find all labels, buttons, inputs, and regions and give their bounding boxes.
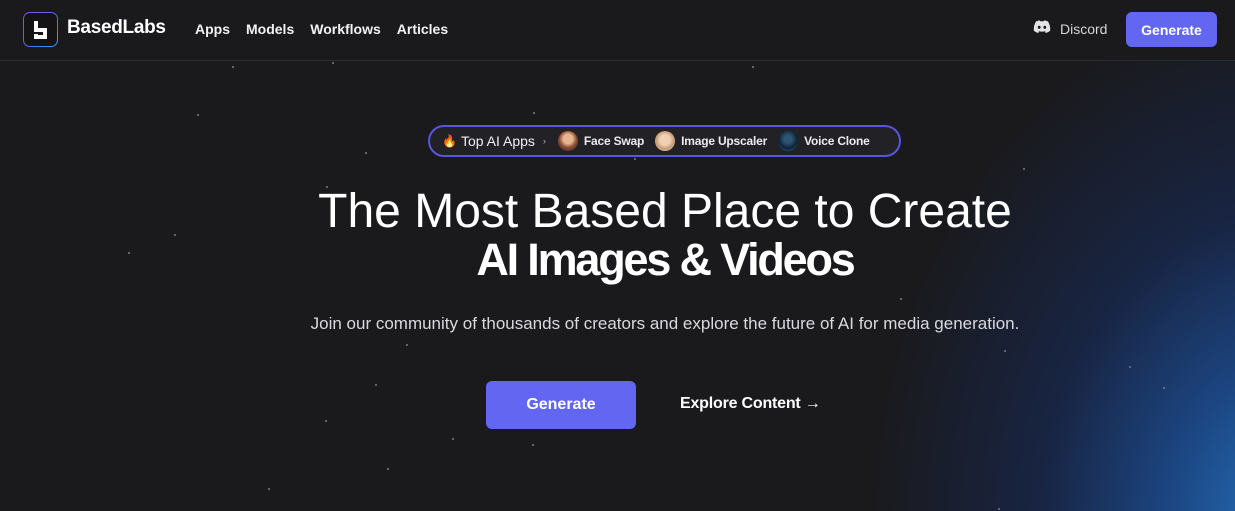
star (406, 344, 408, 346)
hero-subtitle: Join our community of thousands of creat… (310, 314, 1020, 333)
star (752, 66, 754, 68)
nav-link-models[interactable]: Models (246, 21, 294, 37)
star (532, 444, 534, 446)
star (1023, 168, 1025, 170)
star (387, 468, 389, 470)
star (1004, 350, 1006, 352)
nav-generate-button[interactable]: Generate (1126, 12, 1217, 47)
pill-item-image-upscaler[interactable]: Image Upscaler (655, 131, 767, 151)
pill-item-voice-clone[interactable]: Voice Clone (778, 131, 870, 151)
brand-name[interactable]: BasedLabs (67, 17, 166, 39)
explore-content-link[interactable]: Explore Content → (680, 395, 821, 413)
star (232, 66, 234, 68)
star (1163, 387, 1165, 389)
page: BasedLabs Apps Models Workflows Articles… (0, 0, 1235, 511)
fire-icon: 🔥 (442, 134, 457, 148)
logo[interactable] (23, 12, 58, 47)
pill-item-label: Image Upscaler (681, 134, 768, 148)
top-apps-label-group: 🔥 Top AI Apps (442, 133, 535, 149)
top-navbar: BasedLabs Apps Models Workflows Articles… (0, 0, 1235, 61)
discord-icon (1033, 20, 1051, 37)
star (900, 298, 902, 300)
voice-clone-avatar-icon (778, 131, 799, 151)
star (332, 62, 334, 64)
hero-title-line2: AI Images & Videos (476, 234, 855, 285)
star (325, 420, 327, 422)
logo-b-icon (24, 13, 57, 46)
nav-links: Apps Models Workflows Articles (195, 21, 448, 37)
discord-label: Discord (1060, 20, 1108, 37)
star (998, 508, 1000, 510)
star (197, 114, 199, 116)
star (452, 438, 454, 440)
top-apps-label: Top AI Apps (460, 133, 535, 149)
star (365, 152, 367, 154)
nav-link-articles[interactable]: Articles (397, 21, 448, 37)
pill-item-label: Voice Clone (804, 134, 870, 148)
star (634, 158, 636, 160)
discord-link[interactable]: Discord (1033, 20, 1107, 37)
pill-item-label: Face Swap (583, 134, 645, 148)
image-upscaler-avatar-icon (655, 131, 676, 151)
star (533, 112, 535, 114)
face-swap-avatar-icon (557, 131, 578, 151)
star (375, 384, 377, 386)
hero-title-line1: The Most Based Place to Create (318, 185, 1012, 238)
pill-item-face-swap[interactable]: Face Swap (557, 131, 645, 151)
star (1129, 366, 1131, 368)
nav-link-apps[interactable]: Apps (195, 21, 230, 37)
top-apps-pill: 🔥 Top AI Apps › Face Swap Image Upscaler… (428, 125, 901, 157)
star (268, 488, 270, 490)
chevron-right-icon: › (542, 136, 546, 146)
hero-generate-button[interactable]: Generate (486, 381, 636, 429)
nav-link-workflows[interactable]: Workflows (310, 21, 381, 37)
